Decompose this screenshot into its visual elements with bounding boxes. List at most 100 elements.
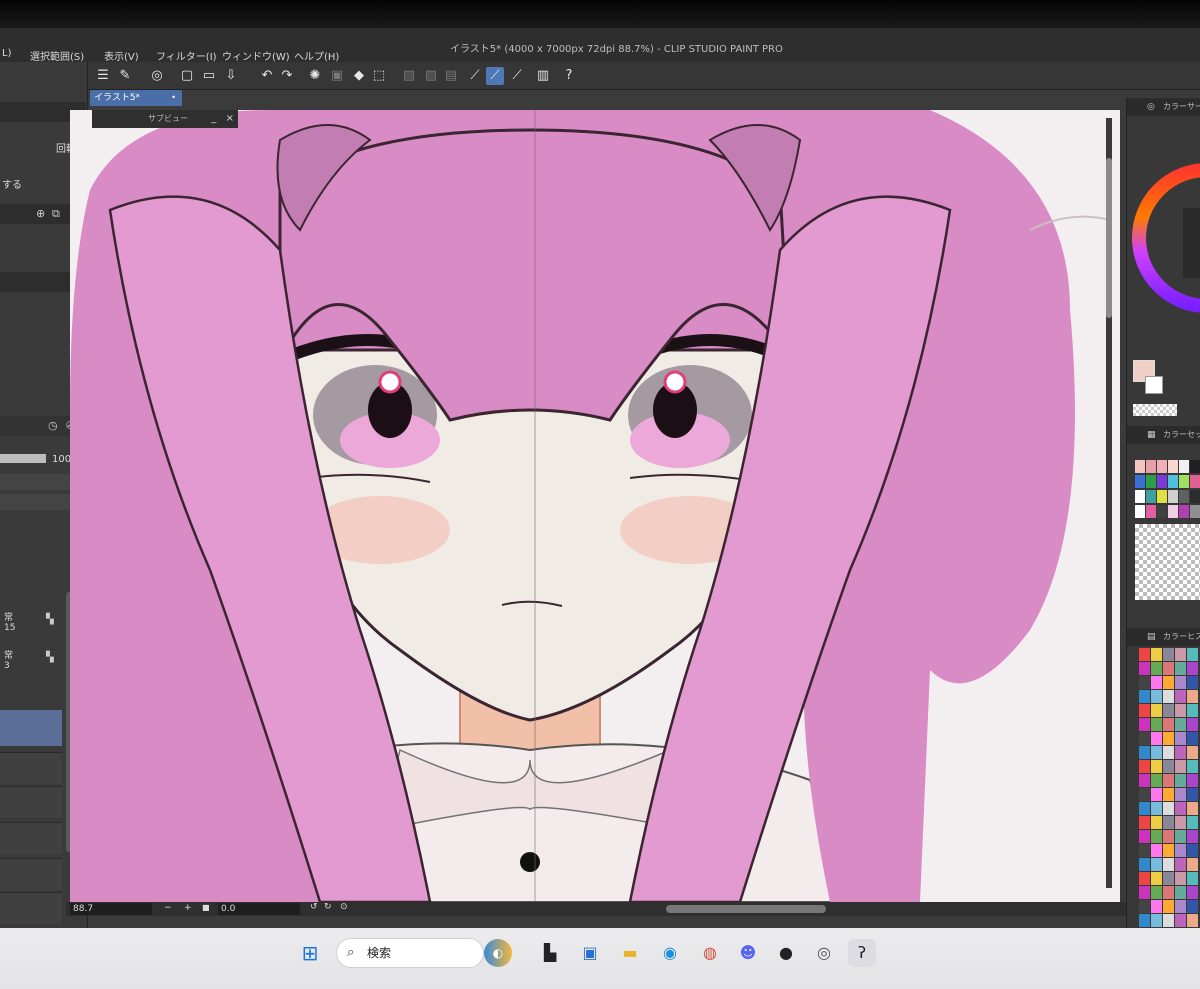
history-swatch[interactable] [1175, 648, 1186, 661]
layer-mask-icon[interactable]: ▚ [46, 652, 54, 663]
fit-icon[interactable]: ■ [202, 903, 210, 912]
history-swatch[interactable] [1139, 676, 1150, 689]
history-swatch[interactable] [1187, 760, 1198, 773]
zoom-in-button[interactable]: + [184, 903, 192, 913]
history-swatch[interactable] [1151, 662, 1162, 675]
history-swatch[interactable] [1139, 886, 1150, 899]
zoom-out-button[interactable]: − [164, 903, 172, 913]
color-swatch[interactable] [1135, 460, 1145, 473]
history-swatch[interactable] [1163, 676, 1174, 689]
subview-header[interactable]: サブビュー _ × [92, 110, 238, 128]
history-swatch[interactable] [1139, 900, 1150, 913]
invert-selection-icon[interactable]: ▧ [422, 67, 440, 85]
clip-studio-icon[interactable]: ◎ [148, 67, 166, 85]
history-swatch[interactable] [1187, 830, 1198, 843]
history-swatch[interactable] [1187, 858, 1198, 871]
history-swatch[interactable] [1175, 886, 1186, 899]
layer-item[interactable] [0, 786, 62, 818]
history-swatch[interactable] [1163, 816, 1174, 829]
history-swatch[interactable] [1151, 676, 1162, 689]
menu-item-view[interactable]: 表示(V) [104, 48, 139, 63]
color-swatch[interactable] [1157, 490, 1167, 503]
settings-icon[interactable]: ▥ [534, 67, 552, 85]
history-swatch[interactable] [1187, 704, 1198, 717]
color-swatch[interactable] [1146, 505, 1156, 518]
history-swatch[interactable] [1163, 830, 1174, 843]
history-swatch[interactable] [1175, 802, 1186, 815]
history-swatch[interactable] [1187, 900, 1198, 913]
history-swatch[interactable] [1187, 676, 1198, 689]
color-swatch[interactable] [1168, 490, 1178, 503]
snap-grid-icon[interactable]: ⟋ [508, 67, 526, 85]
obs-icon[interactable]: ● [772, 939, 800, 967]
history-swatch[interactable] [1139, 760, 1150, 773]
menu-item-help[interactable]: ヘルプ(H) [294, 48, 339, 63]
layer-item-selected[interactable] [0, 710, 62, 746]
rotate-left-icon[interactable]: ↺ [310, 902, 318, 912]
color-swatch[interactable] [1146, 490, 1156, 503]
history-swatch[interactable] [1175, 914, 1186, 927]
color-swatch[interactable] [1135, 490, 1145, 503]
color-swatch[interactable] [1190, 505, 1200, 518]
windows-start-icon[interactable]: ⊞ [296, 939, 324, 967]
history-swatch[interactable] [1175, 732, 1186, 745]
taskbar-search[interactable]: ⌕ 検索 [336, 938, 484, 968]
history-swatch[interactable] [1139, 704, 1150, 717]
undo-icon[interactable]: ↶ [258, 67, 276, 85]
history-swatch[interactable] [1175, 746, 1186, 759]
layer-item-2[interactable]: 常 3 [4, 648, 24, 678]
history-swatch[interactable] [1139, 858, 1150, 871]
history-swatch[interactable] [1151, 732, 1162, 745]
history-swatch[interactable] [1187, 802, 1198, 815]
color-swatch[interactable] [1179, 505, 1189, 518]
history-swatch[interactable] [1187, 718, 1198, 731]
history-swatch[interactable] [1163, 732, 1174, 745]
history-swatch[interactable] [1151, 886, 1162, 899]
history-swatch[interactable] [1151, 774, 1162, 787]
transform-icon[interactable]: ⬚ [370, 67, 388, 85]
layer-item-1[interactable]: 常 15 [4, 610, 24, 640]
open-folder-icon[interactable]: ▭ [200, 67, 218, 85]
layer-mask-icon[interactable]: ▚ [46, 614, 54, 625]
history-swatch[interactable] [1187, 872, 1198, 885]
history-swatch[interactable] [1163, 858, 1174, 871]
save-icon[interactable]: ⇩ [222, 67, 240, 85]
history-swatch[interactable] [1187, 732, 1198, 745]
history-swatch[interactable] [1175, 788, 1186, 801]
history-swatch[interactable] [1151, 690, 1162, 703]
history-swatch[interactable] [1175, 872, 1186, 885]
sub-color-swatch[interactable] [1145, 376, 1163, 394]
color-swatch[interactable] [1179, 490, 1189, 503]
history-swatch[interactable] [1175, 662, 1186, 675]
task-view-icon[interactable]: ▙ [536, 939, 564, 967]
color-swatch[interactable] [1168, 475, 1178, 488]
clip-studio-icon[interactable]: ◎ [810, 939, 838, 967]
history-swatch[interactable] [1139, 690, 1150, 703]
history-swatch[interactable] [1187, 886, 1198, 899]
tab-document[interactable]: イラスト5* • [90, 90, 182, 106]
canvas[interactable] [70, 110, 1120, 902]
color-wheel[interactable] [1127, 118, 1200, 398]
color-swatch[interactable] [1168, 505, 1178, 518]
history-swatch[interactable] [1187, 690, 1198, 703]
history-swatch[interactable] [1163, 900, 1174, 913]
history-swatch[interactable] [1187, 816, 1198, 829]
minimize-icon[interactable]: _ [211, 113, 216, 124]
layer-item[interactable] [0, 822, 62, 854]
history-swatch[interactable] [1163, 662, 1174, 675]
history-swatch[interactable] [1151, 788, 1162, 801]
history-swatch[interactable] [1175, 718, 1186, 731]
history-swatch[interactable] [1175, 816, 1186, 829]
history-swatch[interactable] [1163, 914, 1174, 927]
menu-item-selection[interactable]: 選択範囲(S) [30, 48, 84, 63]
history-swatch[interactable] [1139, 718, 1150, 731]
color-circle-header[interactable]: ◎ カラーサークル [1127, 98, 1200, 116]
history-swatch[interactable] [1187, 746, 1198, 759]
color-swatch[interactable] [1190, 490, 1200, 503]
color-swatch[interactable] [1168, 460, 1178, 473]
history-swatch[interactable] [1163, 886, 1174, 899]
history-swatch[interactable] [1163, 760, 1174, 773]
color-swatch[interactable] [1146, 475, 1156, 488]
color-swatch[interactable] [1135, 475, 1145, 488]
history-swatch[interactable] [1151, 648, 1162, 661]
